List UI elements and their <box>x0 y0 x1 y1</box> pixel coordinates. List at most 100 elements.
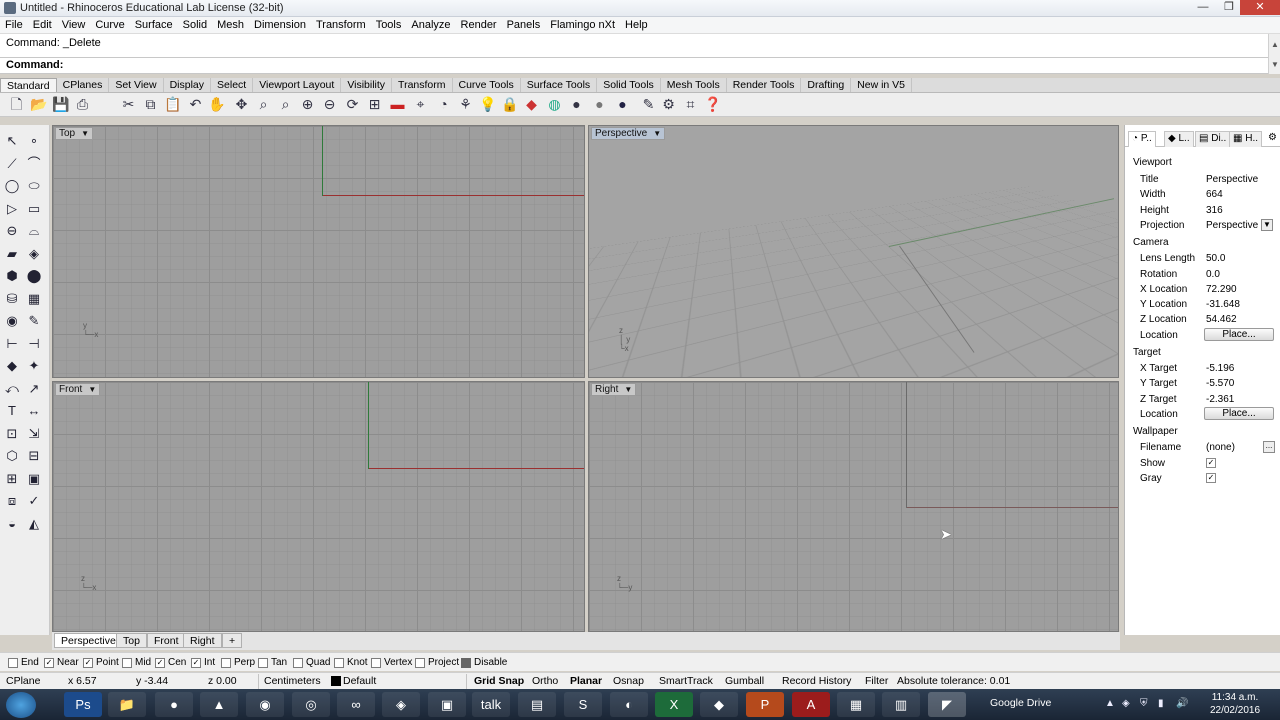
scroll-up-icon[interactable]: ▲ <box>1271 40 1279 49</box>
surface-icon[interactable]: ▰ <box>3 245 21 263</box>
osnap-toggle[interactable]: Osnap <box>613 675 644 687</box>
copy-icon[interactable]: ⧉ <box>142 96 159 113</box>
osnap-tan[interactable]: Tan <box>258 657 287 668</box>
tab-new-in-v5[interactable]: New in V5 <box>851 78 913 92</box>
start-button-icon[interactable] <box>6 692 36 718</box>
tools-icon[interactable]: ✎ <box>640 96 657 113</box>
tab-help[interactable]: ▦ H.. <box>1229 131 1263 147</box>
circle-icon[interactable]: ◯ <box>3 177 21 195</box>
command-scrollbar[interactable]: ▲ ▼ <box>1268 34 1280 74</box>
tab-visibility[interactable]: Visibility <box>341 78 393 92</box>
viewport-label-right[interactable]: Right ▼ <box>591 383 637 396</box>
tray-battery-icon[interactable]: ▮ <box>1158 698 1164 709</box>
save-icon[interactable]: 💾 <box>52 96 69 113</box>
menu-view[interactable]: View <box>57 17 91 33</box>
tab-viewport-layout[interactable]: Viewport Layout <box>253 78 342 92</box>
light-bulb-icon[interactable]: 💡 <box>479 96 496 113</box>
osnap-project[interactable]: Project <box>415 657 459 668</box>
osnap-end[interactable]: End <box>8 657 39 668</box>
named-view-icon[interactable]: ⌖ <box>412 96 429 113</box>
record-history-toggle[interactable]: Record History <box>782 675 851 687</box>
tab-set-view[interactable]: Set View <box>109 78 164 92</box>
material-icon[interactable]: ◭ <box>25 515 43 533</box>
osnap-int-checkbox[interactable]: ✓ <box>191 657 201 668</box>
zoom-extents-icon[interactable]: ⊕ <box>299 96 316 113</box>
tab-right[interactable]: Right <box>183 633 222 648</box>
viewport-menu-arrow-icon[interactable]: ▼ <box>88 385 96 394</box>
viewport-menu-arrow-icon[interactable]: ▼ <box>653 129 661 138</box>
taskbar-vlc-icon[interactable]: ▲ <box>200 692 238 717</box>
command-input[interactable]: Command: <box>0 58 1268 74</box>
osnap-quad[interactable]: Quad <box>293 657 330 668</box>
menu-flamingo[interactable]: Flamingo nXt <box>545 17 620 33</box>
tab-top[interactable]: Top <box>116 633 147 648</box>
layer-color-swatch[interactable] <box>331 676 341 686</box>
taskbar-powerpoint-icon[interactable]: P <box>746 692 784 717</box>
undo-icon[interactable]: ↶ <box>187 96 204 113</box>
snap-icon[interactable]: ⌗ <box>682 96 699 113</box>
osnap-end-checkbox[interactable] <box>8 657 18 668</box>
fillet-icon[interactable]: ⤺ <box>3 380 21 398</box>
array-icon[interactable]: ⬡ <box>3 447 21 465</box>
open-icon[interactable]: 📂 <box>30 96 47 113</box>
osnap-knot-checkbox[interactable] <box>334 657 344 668</box>
prop-filename-value[interactable]: (none) <box>1206 442 1235 453</box>
menu-dimension[interactable]: Dimension <box>249 17 311 33</box>
camera-place-button[interactable]: Place... <box>1204 328 1274 341</box>
osnap-int[interactable]: ✓ Int <box>191 657 215 668</box>
block-icon[interactable]: ⊟ <box>25 447 43 465</box>
osnap-near-checkbox[interactable]: ✓ <box>44 657 54 668</box>
tray-expand-icon[interactable]: ▲ <box>1105 698 1115 709</box>
grid-icon[interactable]: ⊞ <box>3 470 21 488</box>
menu-surface[interactable]: Surface <box>130 17 178 33</box>
osnap-perp-checkbox[interactable] <box>221 657 231 668</box>
pan-icon[interactable]: ✋ <box>208 96 225 113</box>
extend-icon[interactable]: ↗ <box>25 380 43 398</box>
tab-solid-tools[interactable]: Solid Tools <box>597 78 661 92</box>
prop-rotation-value[interactable]: 0.0 <box>1206 269 1220 280</box>
taskbar-chrome2-icon[interactable]: ◎ <box>292 692 330 717</box>
browse-file-button[interactable]: ... <box>1263 441 1275 453</box>
tab-display[interactable]: ▤ Di.. <box>1195 131 1231 147</box>
rectangle-icon[interactable]: ▭ <box>25 200 43 218</box>
menu-curve[interactable]: Curve <box>90 17 129 33</box>
add-viewport-tab-icon[interactable]: + <box>222 633 243 648</box>
tab-display[interactable]: Display <box>164 78 212 92</box>
taskbar-app-icon[interactable]: ◉ <box>246 692 284 717</box>
group-icon[interactable]: ▣ <box>25 470 43 488</box>
google-drive-toolbar[interactable]: Google Drive <box>990 697 1051 709</box>
prop-projection-value[interactable]: Perspective <box>1206 220 1258 231</box>
tab-properties[interactable]: ◔ P.. <box>1128 131 1156 147</box>
grid-snap-toggle[interactable]: Grid Snap <box>474 675 524 687</box>
gray-checkbox[interactable]: ✓ <box>1206 473 1216 483</box>
taskbar-acrobat-icon[interactable]: A <box>792 692 830 717</box>
move-icon[interactable]: ✥ <box>233 96 250 113</box>
taskbar-skype-icon[interactable]: S <box>564 692 602 717</box>
osnap-point[interactable]: ✓ Point <box>83 657 119 668</box>
maximize-button[interactable]: ❐ <box>1216 0 1242 15</box>
taskbar-app4-icon[interactable]: ◆ <box>700 692 738 717</box>
render-sphere-icon[interactable]: ● <box>568 96 585 113</box>
paste-icon[interactable]: 📋 <box>164 96 181 113</box>
menu-mesh[interactable]: Mesh <box>212 17 249 33</box>
select-arrow-icon[interactable]: ↖ <box>3 132 21 150</box>
taskbar-rhino-icon[interactable]: ◤ <box>928 692 966 717</box>
polyline-icon[interactable]: ⟋ <box>3 155 21 173</box>
cplane-icon[interactable]: ▬ <box>389 96 406 113</box>
sphere-icon[interactable]: ⬤ <box>25 267 43 285</box>
prop-ytarget-value[interactable]: -5.570 <box>1206 378 1234 389</box>
viewport-menu-arrow-icon[interactable]: ▼ <box>81 129 89 138</box>
taskbar-folder-icon[interactable]: ▤ <box>518 692 556 717</box>
cut-icon[interactable]: ✂ <box>120 96 137 113</box>
menu-transform[interactable]: Transform <box>311 17 371 33</box>
tab-transform[interactable]: Transform <box>392 78 453 92</box>
help-icon[interactable]: ❓ <box>704 96 721 113</box>
osnap-cen[interactable]: ✓ Cen <box>155 657 186 668</box>
tab-curve-tools[interactable]: Curve Tools <box>453 78 521 92</box>
minimize-button[interactable]: — <box>1190 0 1216 15</box>
taskbar-clock[interactable]: 11:34 a.m. 22/02/2016 <box>1207 691 1263 717</box>
check-icon[interactable]: ✓ <box>25 492 43 510</box>
curve-icon[interactable]: ⌒ <box>25 155 43 173</box>
tab-surface-tools[interactable]: Surface Tools <box>521 78 598 92</box>
panel-gear-icon[interactable]: ⚙ <box>1265 131 1280 147</box>
